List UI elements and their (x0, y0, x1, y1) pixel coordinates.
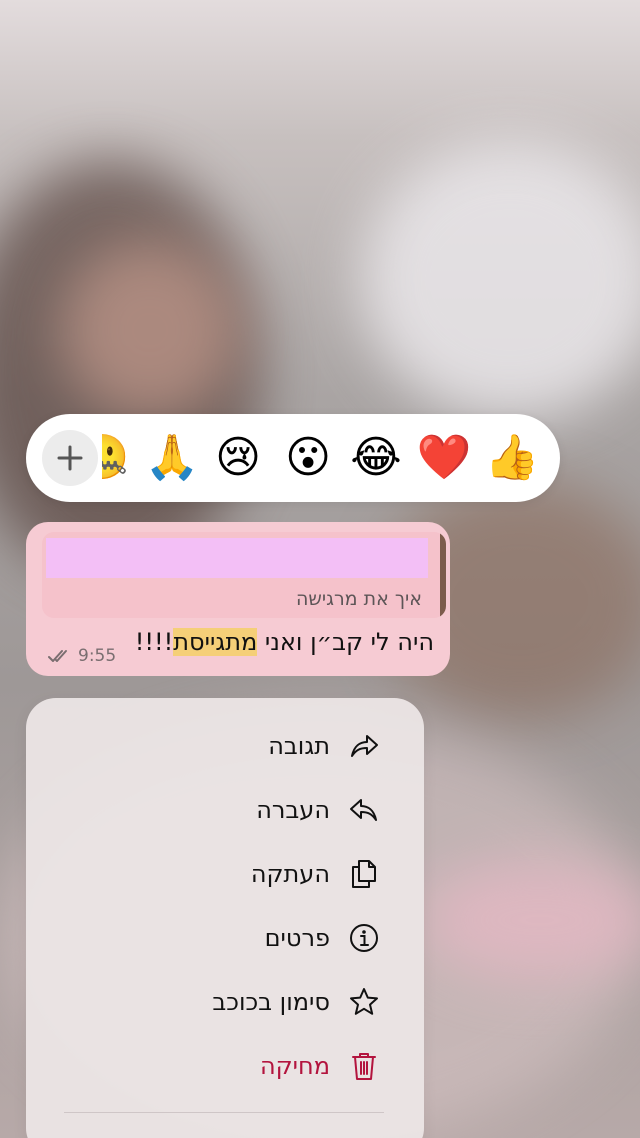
quoted-message[interactable]: איך את מרגישה (42, 532, 446, 618)
copy-icon (352, 860, 376, 888)
menu-divider (64, 1112, 384, 1113)
reaction-red-heart[interactable]: ❤️ (414, 428, 474, 488)
menu-item-reply[interactable]: תגובה (26, 722, 424, 770)
reaction-emoji-partial[interactable]: 🤐 (102, 428, 132, 488)
context-menu: תגובה העברה העתקה פרטים סימון בכוכב מחיק… (26, 698, 424, 1138)
reaction-tears-of-joy[interactable]: 😂 (346, 428, 406, 488)
message-bubble[interactable]: איך את מרגישה היה לי קב״ן ואני מתגייסת!!… (26, 522, 450, 676)
menu-item-info[interactable]: פרטים (26, 914, 424, 962)
reaction-crying[interactable]: 😢 (208, 428, 268, 488)
menu-item-star[interactable]: סימון בכוכב (26, 978, 424, 1026)
trash-icon (352, 1053, 376, 1080)
menu-label: העתקה (250, 860, 330, 888)
star-icon (350, 988, 378, 1015)
reply-arrow-icon (351, 735, 378, 757)
menu-item-copy[interactable]: העתקה (26, 850, 424, 898)
menu-label: פרטים (264, 924, 330, 952)
background-blur (60, 240, 240, 420)
menu-label: מחיקה (259, 1052, 330, 1080)
reaction-thumbs-up[interactable]: 👍 (482, 428, 542, 488)
add-reaction-button[interactable] (42, 430, 98, 486)
menu-label: סימון בכוכב (212, 988, 330, 1016)
info-icon (350, 924, 378, 952)
highlighted-word: מתגייסת (173, 628, 258, 656)
plus-icon (57, 445, 83, 471)
double-check-icon (48, 650, 67, 662)
redacted-sender (46, 538, 428, 578)
emoji-glyph: 🤐 (102, 428, 132, 488)
menu-item-forward[interactable]: העברה (26, 786, 424, 834)
reaction-surprised[interactable]: 😮 (278, 428, 338, 488)
message-text: היה לי קב״ן ואני מתגייסת!!!! (135, 628, 434, 656)
menu-item-delete[interactable]: מחיקה (26, 1042, 424, 1090)
menu-label: העברה (256, 796, 330, 824)
screen: 🤐 🙏 😢 😮 😂 ❤️ 👍 איך את מרגישה היה לי קב״ן… (0, 0, 640, 1138)
message-text-end: !!!! (134, 628, 174, 656)
background-blur (360, 140, 640, 420)
message-meta: 9:55 (48, 646, 116, 666)
message-time: 9:55 (78, 646, 117, 666)
menu-label: תגובה (268, 732, 330, 760)
reaction-bar: 🤐 🙏 😢 😮 😂 ❤️ 👍 (26, 414, 560, 502)
forward-arrow-icon (350, 799, 377, 821)
reaction-folded-hands[interactable]: 🙏 (142, 428, 202, 488)
quoted-text: איך את מרגישה (295, 588, 422, 610)
quote-accent-bar (440, 532, 446, 618)
message-text-start: היה לי קב״ן ואני (257, 628, 434, 656)
